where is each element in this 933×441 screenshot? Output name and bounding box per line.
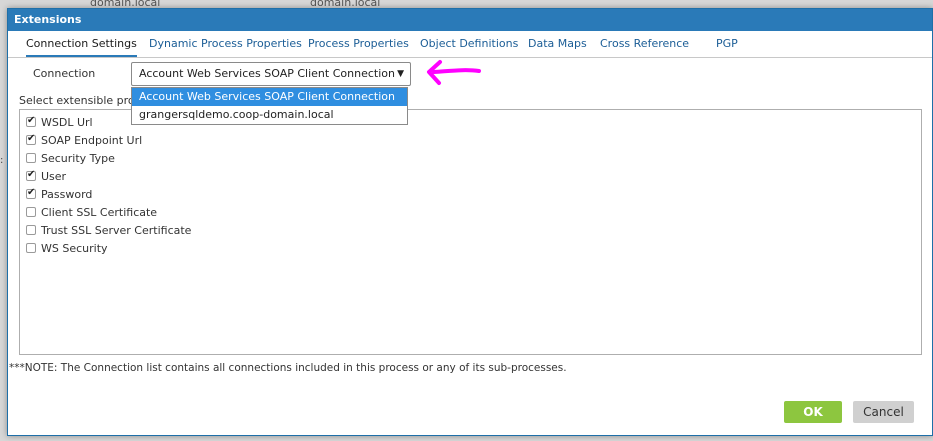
property-label: Trust SSL Server Certificate bbox=[41, 224, 192, 237]
checkbox[interactable] bbox=[26, 153, 36, 163]
tab-bar: Connection Settings Dynamic Process Prop… bbox=[8, 31, 932, 58]
connection-dropdown-list: Account Web Services SOAP Client Connect… bbox=[131, 87, 408, 125]
property-label: Client SSL Certificate bbox=[41, 206, 158, 219]
background-fragment: : bbox=[0, 155, 4, 166]
checkbox[interactable] bbox=[26, 225, 36, 235]
property-label: SOAP Endpoint Url bbox=[41, 134, 143, 147]
connection-select[interactable]: Account Web Services SOAP Client Connect… bbox=[131, 62, 411, 86]
checkbox[interactable] bbox=[26, 115, 36, 127]
tab-object-definitions[interactable]: Object Definitions bbox=[420, 37, 518, 50]
property-row[interactable]: SOAP Endpoint Url bbox=[26, 133, 143, 150]
dropdown-option[interactable]: Account Web Services SOAP Client Connect… bbox=[132, 88, 407, 106]
triangle-down-icon: ▼ bbox=[397, 69, 404, 79]
extensions-dialog: Extensions Connection Settings Dynamic P… bbox=[7, 8, 933, 436]
property-row[interactable]: Trust SSL Server Certificate bbox=[26, 224, 191, 240]
tab-pgp[interactable]: PGP bbox=[716, 37, 738, 50]
property-row[interactable]: User bbox=[26, 169, 67, 186]
ok-button[interactable]: OK bbox=[784, 401, 842, 423]
property-label: Security Type bbox=[41, 152, 115, 165]
property-row[interactable]: Password bbox=[26, 187, 93, 204]
tab-cross-reference[interactable]: Cross Reference bbox=[600, 37, 689, 50]
checkbox[interactable] bbox=[26, 243, 36, 253]
checkbox[interactable] bbox=[26, 169, 36, 181]
property-row[interactable]: WS Security bbox=[26, 242, 108, 258]
property-label: User bbox=[41, 170, 67, 183]
checkbox[interactable] bbox=[26, 207, 36, 217]
property-label: Password bbox=[41, 188, 93, 201]
tab-connection-settings[interactable]: Connection Settings bbox=[26, 37, 137, 57]
property-label: WSDL Url bbox=[41, 116, 93, 129]
checkbox[interactable] bbox=[26, 187, 36, 199]
connection-note: ***NOTE: The Connection list contains al… bbox=[9, 362, 567, 374]
tab-dynamic-process-properties[interactable]: Dynamic Process Properties bbox=[149, 37, 302, 50]
arrow-left-icon bbox=[427, 60, 481, 85]
extensible-properties-list: WSDL Url SOAP Endpoint Url Security Type… bbox=[19, 109, 922, 355]
dropdown-option[interactable]: grangersqldemo.coop-domain.local bbox=[132, 106, 407, 124]
dialog-title: Extensions bbox=[8, 9, 932, 31]
connection-label: Connection bbox=[33, 67, 96, 80]
property-row[interactable]: WSDL Url bbox=[26, 115, 93, 132]
cancel-button[interactable]: Cancel bbox=[853, 401, 914, 423]
property-row[interactable]: Client SSL Certificate bbox=[26, 206, 157, 222]
tab-process-properties[interactable]: Process Properties bbox=[308, 37, 409, 50]
extensible-properties-label: Select extensible prop bbox=[19, 94, 132, 107]
checkbox[interactable] bbox=[26, 133, 36, 145]
property-row[interactable]: Security Type bbox=[26, 152, 115, 168]
tab-data-maps[interactable]: Data Maps bbox=[528, 37, 587, 50]
property-label: WS Security bbox=[41, 242, 108, 255]
connection-selected-value: Account Web Services SOAP Client Connect… bbox=[139, 67, 395, 80]
